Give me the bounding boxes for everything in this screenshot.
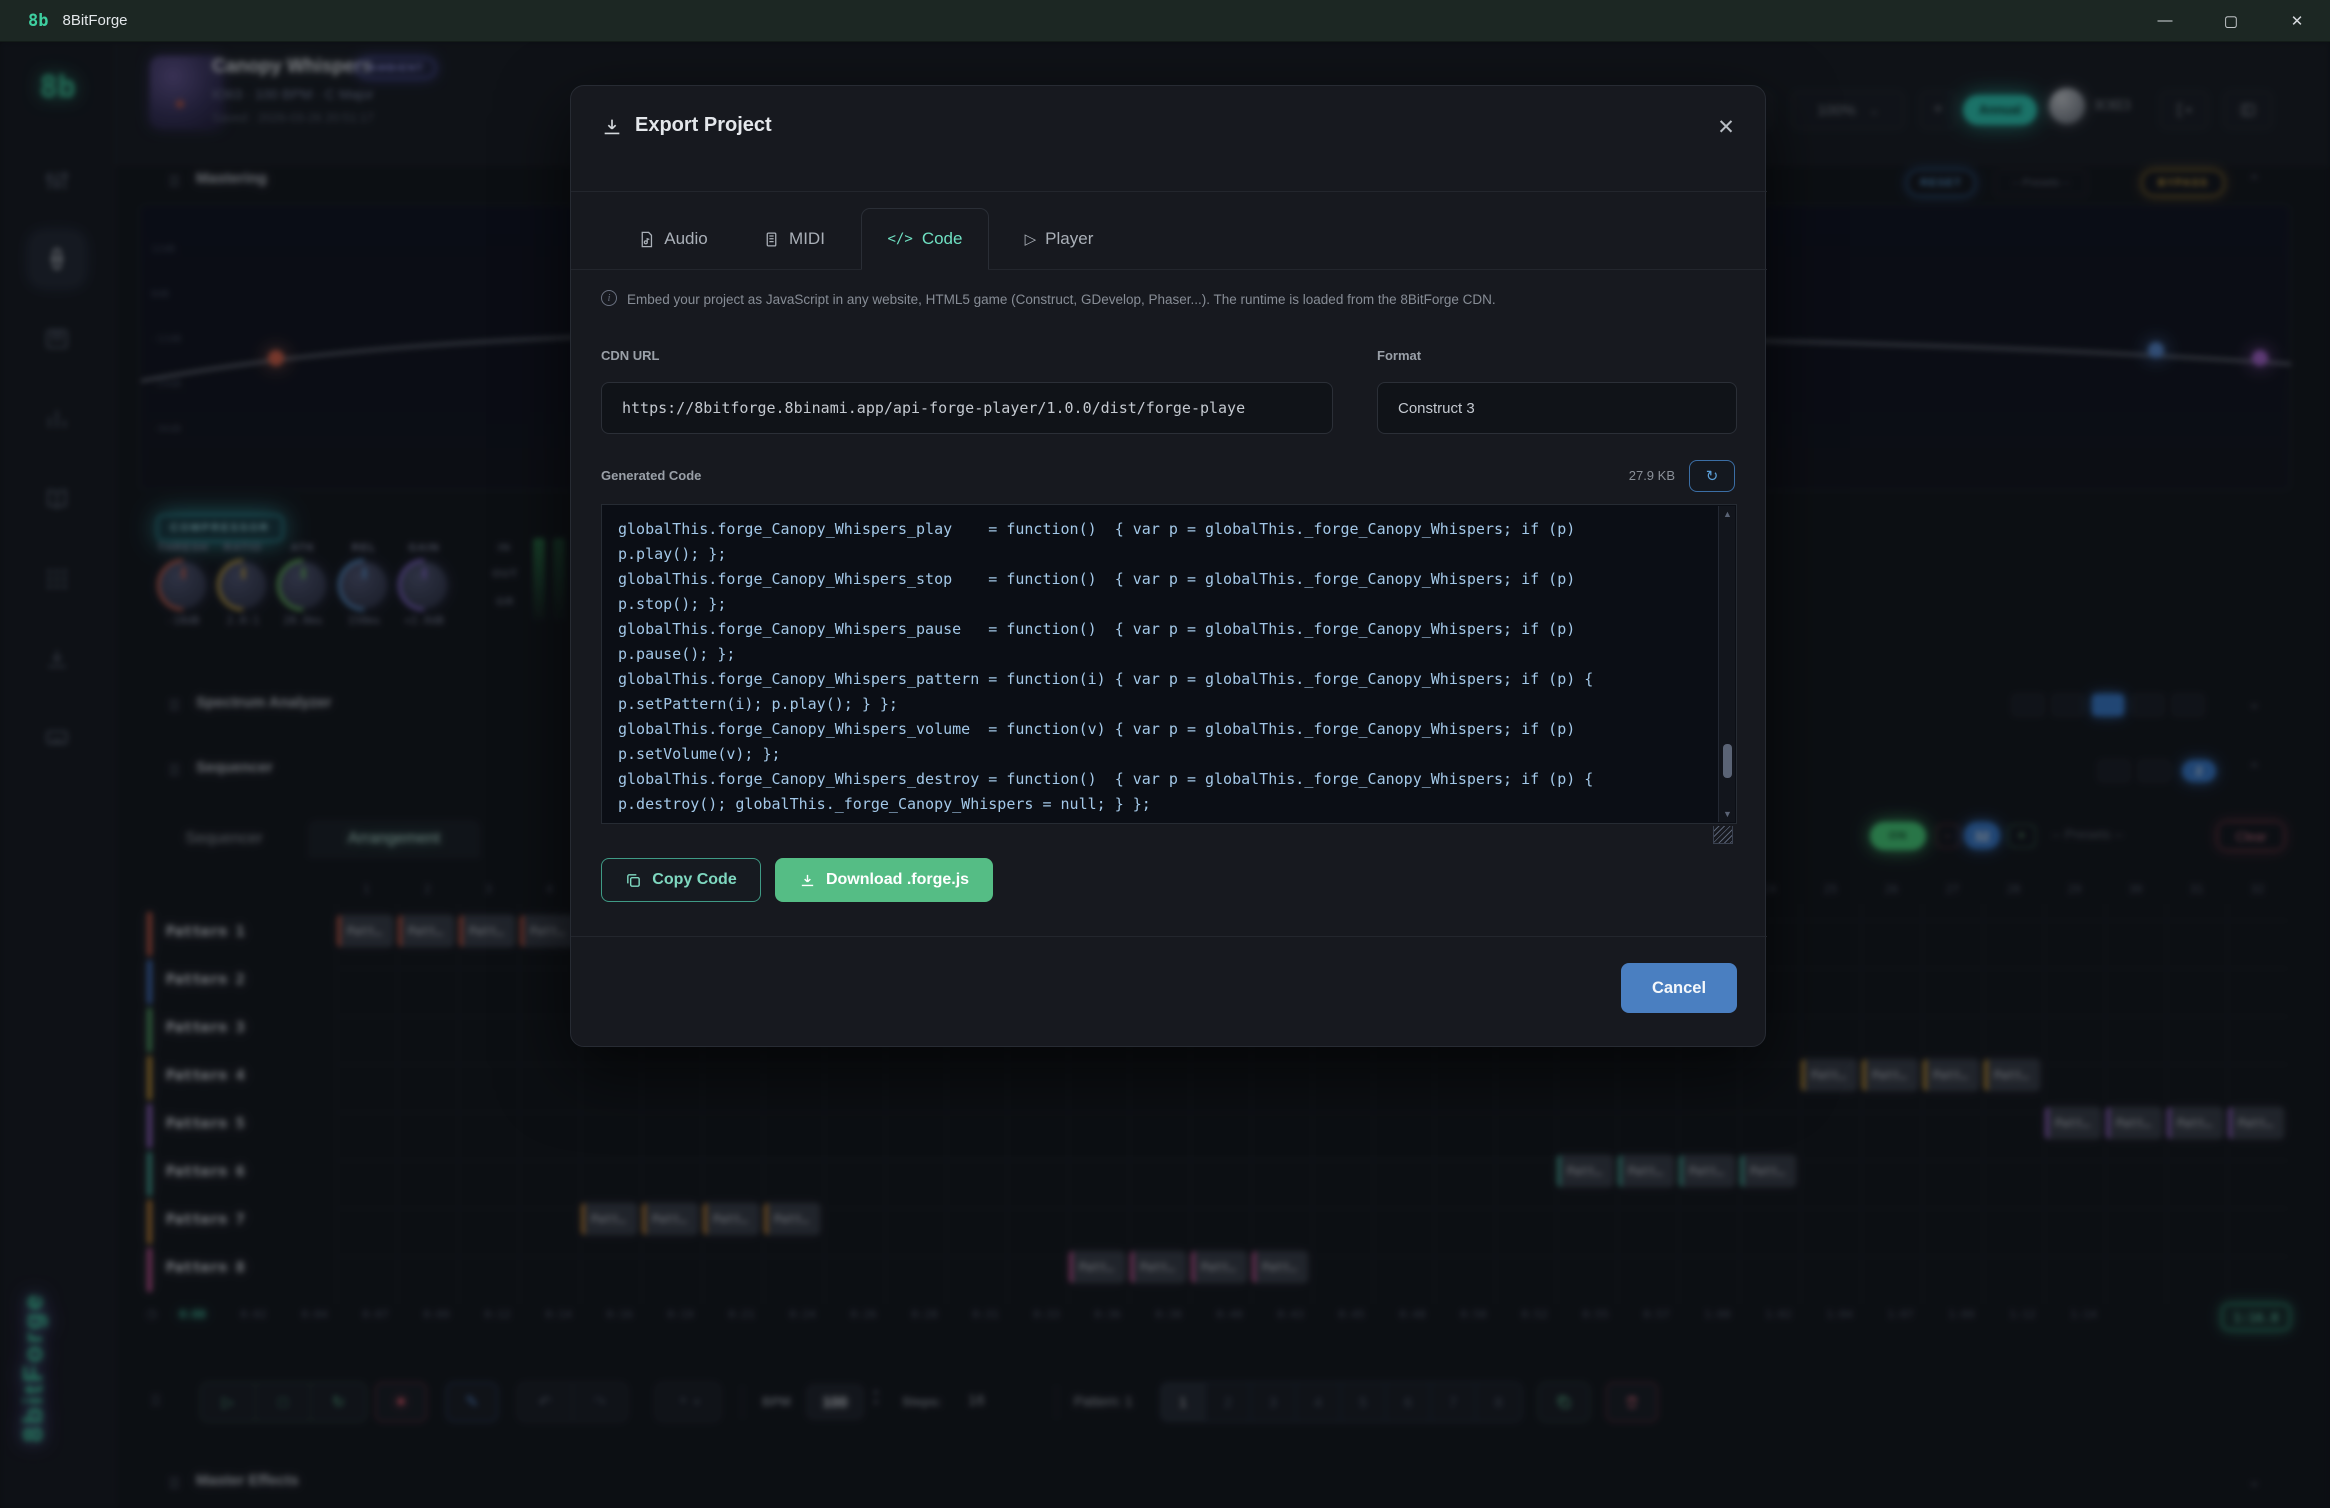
close-icon: ✕ [1717, 115, 1735, 140]
tab-label: Player [1045, 229, 1093, 249]
play-icon: ▷ [1025, 230, 1037, 248]
app-logo: 8b [28, 11, 48, 31]
dialog-title: Export Project [635, 114, 772, 137]
refresh-icon: ↻ [1706, 467, 1719, 485]
code-textarea[interactable]: globalThis.forge_Canopy_Whispers_play = … [601, 504, 1737, 824]
code-content: globalThis.forge_Canopy_Whispers_play = … [602, 505, 1660, 817]
copy-icon [625, 872, 642, 889]
download-forge-button[interactable]: Download .forge.js [775, 858, 993, 902]
scrollbar-thumb[interactable] [1723, 744, 1732, 778]
tab-audio[interactable]: Audio [621, 208, 725, 270]
tab-label: MIDI [789, 229, 825, 249]
regenerate-button[interactable]: ↻ [1689, 460, 1735, 492]
close-button[interactable]: ✕ [1709, 110, 1743, 144]
scroll-down-icon[interactable]: ▼ [1722, 809, 1733, 819]
format-select[interactable]: Construct 3 [1377, 382, 1737, 434]
button-label: Copy Code [652, 871, 736, 889]
scroll-up-icon[interactable]: ▲ [1722, 509, 1733, 519]
tab-code[interactable]: </> Code [861, 208, 989, 270]
code-size: 27.9 KB [1571, 468, 1675, 483]
scrollbar[interactable]: ▲ ▼ [1718, 506, 1735, 822]
info-icon: i [601, 290, 617, 306]
divider [571, 936, 1767, 937]
code-icon: </> [888, 231, 913, 247]
cdn-url-label: CDN URL [601, 348, 660, 363]
divider [571, 191, 1767, 192]
audio-file-icon [638, 231, 655, 248]
tab-label: Code [922, 229, 963, 249]
tab-midi[interactable]: MIDI [745, 208, 843, 270]
info-text: Embed your project as JavaScript in any … [627, 292, 1727, 307]
button-label: Download .forge.js [826, 871, 969, 889]
maximize-button[interactable]: ▢ [2198, 0, 2264, 41]
tab-label: Audio [664, 229, 707, 249]
export-dialog: Export Project ✕ Audio MIDI </> Code ▷ Pla… [570, 85, 1766, 1047]
copy-code-button[interactable]: Copy Code [601, 858, 761, 902]
midi-file-icon [763, 231, 780, 248]
window-close-button[interactable]: ✕ [2264, 0, 2330, 41]
format-label: Format [1377, 348, 1421, 363]
resize-handle[interactable] [1713, 826, 1733, 844]
cancel-button[interactable]: Cancel [1621, 963, 1737, 1013]
download-icon [799, 872, 816, 889]
minimize-button[interactable]: — [2132, 0, 2198, 41]
download-icon [601, 116, 623, 138]
cdn-url-input[interactable]: https://8bitforge.8binami.app/api-forge-… [601, 382, 1333, 434]
app-window: 8b 8bitForge Canopy Whispers AMBIENT IOI… [0, 0, 2330, 1508]
generated-code-label: Generated Code [601, 468, 701, 483]
tab-player[interactable]: ▷ Player [1003, 208, 1115, 270]
button-label: Cancel [1652, 979, 1706, 998]
app-title: 8BitForge [62, 12, 127, 29]
titlebar: 8b 8BitForge — ▢ ✕ [0, 0, 2330, 42]
